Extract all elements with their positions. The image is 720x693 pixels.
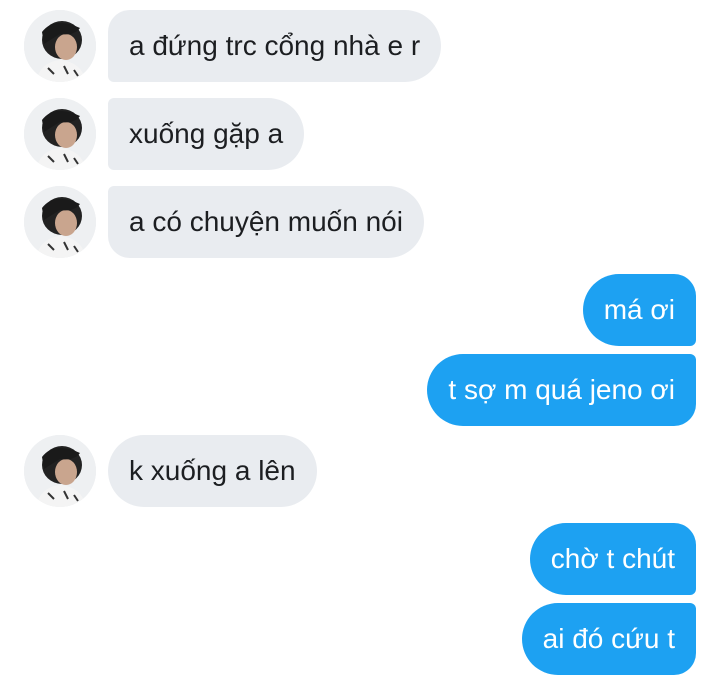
contact-avatar[interactable] xyxy=(24,98,96,170)
person-photo-icon xyxy=(24,186,96,258)
message-row-incoming: xuống gặp a xyxy=(0,98,720,170)
message-row-incoming: a có chuyện muốn nói xyxy=(0,186,720,258)
message-row-outgoing: má ơi xyxy=(0,274,720,346)
message-bubble-outgoing[interactable]: chờ t chút xyxy=(529,523,696,595)
message-row-outgoing: t sợ m quá jeno ơi xyxy=(0,354,720,426)
contact-avatar[interactable] xyxy=(24,10,96,82)
message-bubble-incoming[interactable]: a có chuyện muốn nói xyxy=(108,186,424,258)
message-bubble-incoming[interactable]: a đứng trc cổng nhà e r xyxy=(108,10,442,82)
message-row-incoming: k xuống a lên xyxy=(0,435,720,507)
message-bubble-outgoing[interactable]: ai đó cứu t xyxy=(521,603,696,675)
contact-avatar[interactable] xyxy=(24,435,96,507)
person-photo-icon xyxy=(24,10,96,82)
message-thread: a đứng trc cổng nhà e r xuống gặp a a có… xyxy=(0,0,720,693)
message-row-outgoing: chờ t chút xyxy=(0,523,720,595)
message-bubble-outgoing[interactable]: t sợ m quá jeno ơi xyxy=(427,354,696,426)
message-bubble-incoming[interactable]: k xuống a lên xyxy=(108,435,317,507)
person-photo-icon xyxy=(24,98,96,170)
message-bubble-incoming[interactable]: xuống gặp a xyxy=(108,98,305,170)
message-row-outgoing: ai đó cứu t xyxy=(0,603,720,675)
message-row-incoming: a đứng trc cổng nhà e r xyxy=(0,10,720,82)
message-bubble-outgoing[interactable]: má ơi xyxy=(582,274,696,346)
contact-avatar[interactable] xyxy=(24,186,96,258)
person-photo-icon xyxy=(24,435,96,507)
